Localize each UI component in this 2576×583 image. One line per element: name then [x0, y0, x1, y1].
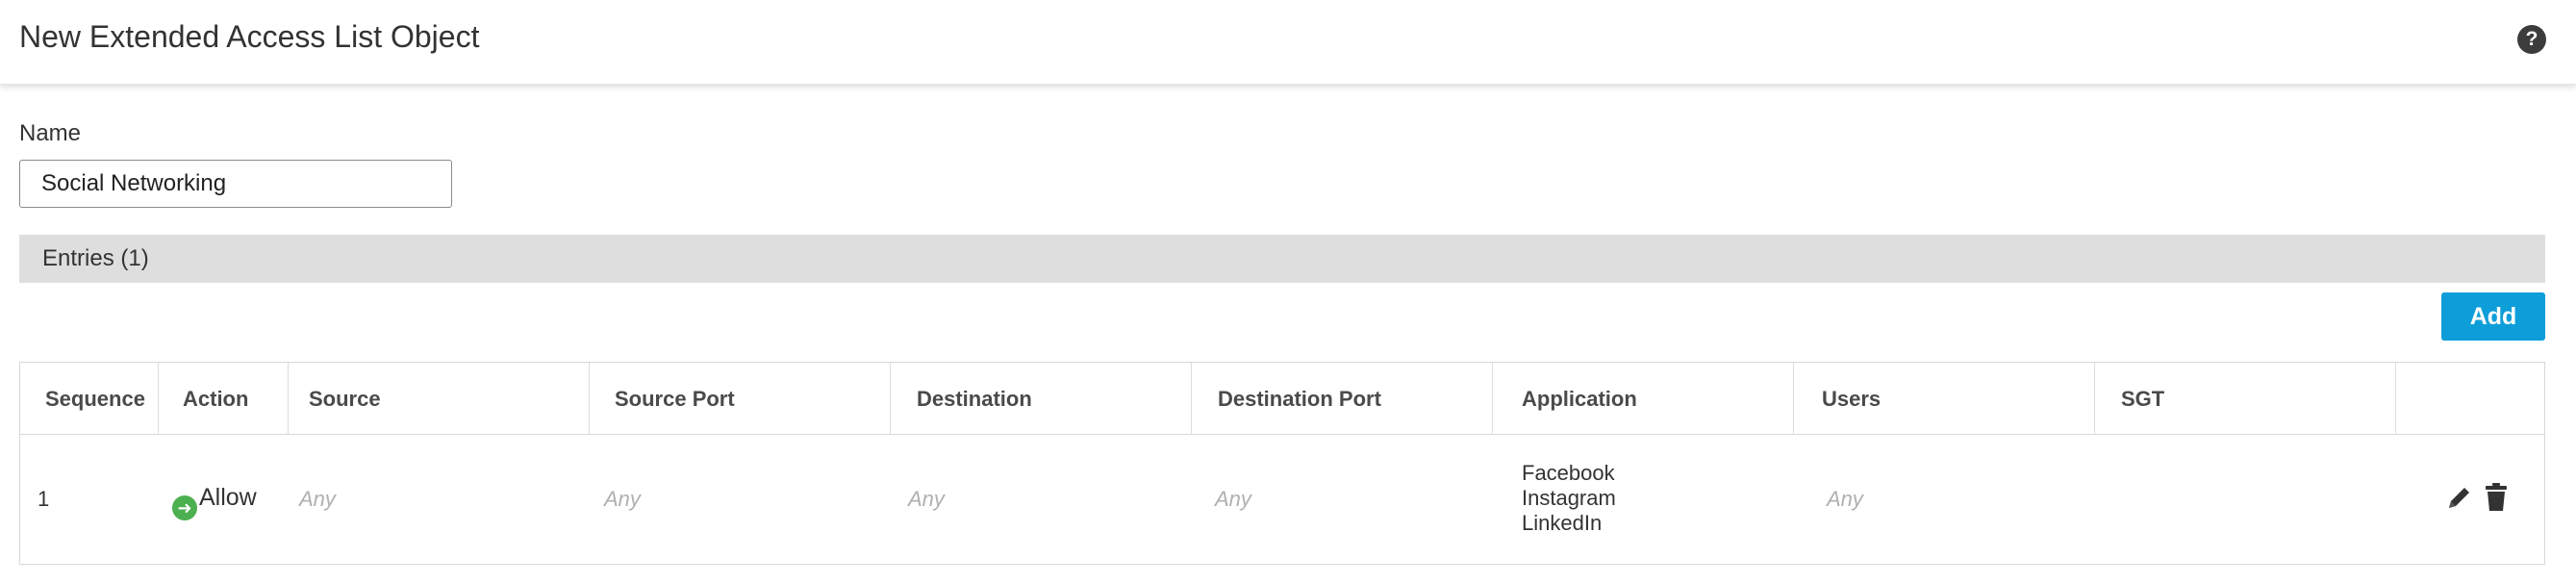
column-header-sgt[interactable]: SGT [2095, 363, 2396, 435]
action-cell: Allow [199, 484, 257, 511]
source-cell: Any [299, 487, 336, 511]
sgt-cell [2095, 435, 2396, 564]
column-header-application[interactable]: Application [1493, 363, 1794, 435]
delete-icon[interactable] [2483, 482, 2510, 513]
users-cell: Any [1827, 487, 1863, 511]
application-item: Facebook [1522, 461, 1615, 485]
dialog-header: New Extended Access List Object ? [0, 0, 2576, 85]
column-header-source-port[interactable]: Source Port [590, 363, 891, 435]
table-row[interactable]: 1 ➜ Allow Any Any Any Any Facebook Insta… [20, 435, 2544, 564]
column-header-sequence[interactable]: Sequence [20, 363, 159, 435]
destination-port-cell: Any [1215, 487, 1251, 511]
column-header-source[interactable]: Source [289, 363, 590, 435]
name-input[interactable] [19, 160, 452, 208]
sequence-cell: 1 [38, 487, 50, 511]
source-port-cell: Any [604, 487, 641, 511]
application-item: Instagram [1522, 486, 1616, 510]
column-header-actions [2396, 363, 2546, 435]
destination-cell: Any [908, 487, 945, 511]
edit-icon[interactable] [2444, 482, 2475, 513]
add-button[interactable]: Add [2441, 292, 2545, 341]
page-title: New Extended Access List Object [19, 19, 480, 54]
column-header-action[interactable]: Action [159, 363, 289, 435]
name-label: Name [19, 120, 82, 146]
application-item: LinkedIn [1522, 511, 1603, 535]
allow-arrow-icon: ➜ [172, 495, 197, 520]
column-header-destination-port[interactable]: Destination Port [1192, 363, 1493, 435]
column-header-users[interactable]: Users [1794, 363, 2095, 435]
table-header: Sequence Action Source Source Port Desti… [20, 363, 2544, 435]
column-header-destination[interactable]: Destination [891, 363, 1192, 435]
entries-table: Sequence Action Source Source Port Desti… [19, 362, 2545, 565]
entries-bar: Entries (1) [19, 235, 2545, 283]
help-icon[interactable]: ? [2517, 25, 2546, 54]
entries-label: Entries (1) [42, 245, 149, 271]
